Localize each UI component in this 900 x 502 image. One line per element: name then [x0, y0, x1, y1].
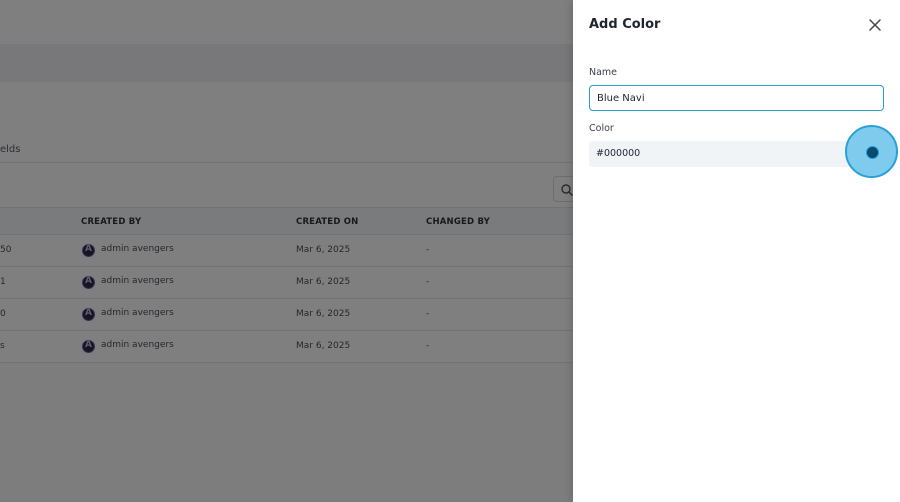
add-color-drawer: Add Color Name Color #000000: [573, 0, 900, 502]
color-picker-button[interactable]: [845, 125, 898, 178]
color-label: Color: [589, 123, 614, 134]
color-input[interactable]: #000000: [589, 141, 884, 167]
name-label: Name: [589, 67, 618, 78]
close-icon: [869, 19, 881, 31]
color-swatch: [866, 146, 879, 159]
close-button[interactable]: [866, 16, 884, 34]
drawer-title: Add Color: [589, 17, 661, 32]
name-input[interactable]: [589, 85, 884, 111]
color-value: #000000: [596, 148, 641, 159]
